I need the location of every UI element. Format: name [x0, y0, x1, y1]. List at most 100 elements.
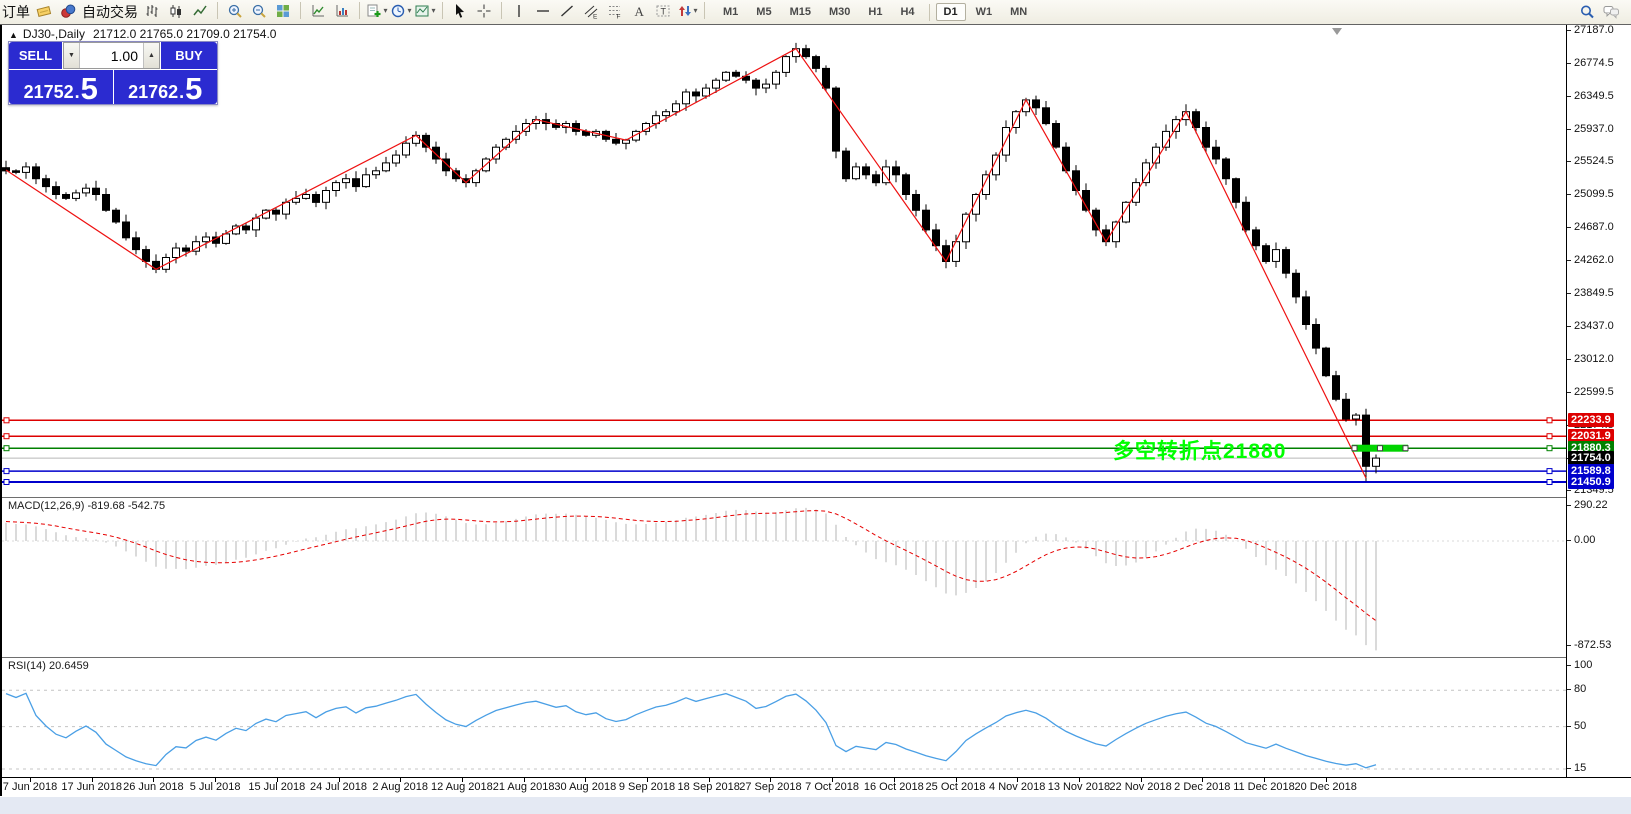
price-chart-svg: [2, 25, 1566, 497]
candlestick-chart-icon[interactable]: [165, 1, 187, 21]
timeframe-button-M15[interactable]: M15: [782, 3, 819, 21]
price-chart[interactable]: [2, 25, 1566, 497]
fibonacci-icon[interactable]: F: [604, 1, 626, 21]
buy-button[interactable]: BUY: [161, 42, 217, 69]
horizontal-line-icon[interactable]: [532, 1, 554, 21]
date-label: 16 Oct 2018: [864, 781, 924, 793]
price-axis-tick: 23437.0: [1574, 320, 1614, 332]
text-icon[interactable]: A: [628, 1, 650, 21]
arrows-icon[interactable]: ▾: [676, 1, 698, 21]
price-tag-21450.9: 21450.9: [1568, 475, 1614, 489]
profiles-icon[interactable]: ▾: [390, 1, 412, 21]
price-scale[interactable]: 27187.026774.526349.525937.025524.525099…: [1567, 24, 1631, 777]
volume-input[interactable]: [80, 43, 143, 68]
autotrade-icon[interactable]: [57, 1, 79, 21]
date-label: 21 Aug 2018: [493, 781, 555, 793]
timeframe-button-H1[interactable]: H1: [860, 3, 890, 21]
buy-price[interactable]: 21762.5: [114, 70, 218, 104]
date-label: 7 Jun 2018: [3, 781, 57, 793]
axis-tick-mark: [1567, 689, 1571, 690]
order-label[interactable]: 订单: [2, 2, 30, 22]
rsi-axis-tick: 15: [1574, 762, 1586, 774]
line-chart-icon[interactable]: [189, 1, 211, 21]
timeframe-button-M5[interactable]: M5: [748, 3, 779, 21]
buy-price-int: 21762: [128, 82, 178, 102]
date-label: 13 Nov 2018: [1048, 781, 1110, 793]
new-chart-icon[interactable]: ▾: [366, 1, 388, 21]
toolbar-separator: [704, 2, 705, 19]
collapse-icon[interactable]: ▲: [9, 30, 18, 40]
date-axis[interactable]: 7 Jun 201817 Jun 201826 Jun 20185 Jul 20…: [0, 777, 1631, 797]
timeframe-button-H4[interactable]: H4: [892, 3, 922, 21]
new-order-icon[interactable]: [33, 1, 55, 21]
price-axis-tick: 23849.5: [1574, 287, 1614, 299]
macd-axis-tick: 290.22: [1574, 499, 1608, 511]
toolbar-icons-left: [32, 1, 80, 24]
rsi-chart[interactable]: [2, 657, 1566, 778]
date-label: 2 Dec 2018: [1174, 781, 1230, 793]
axis-tick-mark: [1567, 326, 1571, 327]
zoom-in-icon[interactable]: [224, 1, 246, 21]
axis-tick-mark: [1567, 768, 1571, 769]
sell-price[interactable]: 21752.5: [9, 70, 113, 104]
sell-button[interactable]: SELL: [9, 42, 62, 69]
date-label: 18 Sep 2018: [677, 781, 739, 793]
macd-label: MACD(12,26,9) -819.68 -542.75: [8, 500, 165, 512]
price-axis-tick: 26349.5: [1574, 90, 1614, 102]
status-strip: [0, 796, 1631, 814]
timeframe-button-D1[interactable]: D1: [936, 3, 966, 21]
text-label-icon[interactable]: T: [652, 1, 674, 21]
price-axis-tick: 24262.0: [1574, 254, 1614, 266]
timeframe-button-M1[interactable]: M1: [715, 3, 746, 21]
sell-price-int: 21752: [24, 82, 74, 102]
chart-ohlc-values: 21712.0 21765.0 21709.0 21754.0: [93, 27, 277, 41]
mt4-trading-terminal: { "toolbar": { "order_label": "订单", "aut…: [0, 0, 1631, 813]
crosshair-icon[interactable]: [473, 1, 495, 21]
chat-icon[interactable]: [1600, 2, 1622, 22]
periods-icon[interactable]: [331, 1, 353, 21]
price-axis-tick: 22599.5: [1574, 386, 1614, 398]
volume-decrease-button[interactable]: ▼: [64, 43, 80, 68]
equidistant-channel-icon[interactable]: E: [580, 1, 602, 21]
price-axis-tick: 25937.0: [1574, 123, 1614, 135]
bar-chart-icon[interactable]: [141, 1, 163, 21]
axis-tick-mark: [1567, 359, 1571, 360]
rsi-svg: [2, 658, 1566, 778]
axis-tick-mark: [1567, 260, 1571, 261]
window-left-border: [0, 24, 2, 796]
trendline-icon[interactable]: [556, 1, 578, 21]
price-axis-tick: 26774.5: [1574, 57, 1614, 69]
svg-text:T: T: [661, 6, 667, 16]
tile-windows-icon[interactable]: [272, 1, 294, 21]
vertical-line-icon[interactable]: [508, 1, 530, 21]
volume-increase-button[interactable]: ▲: [143, 43, 159, 68]
indicators-icon[interactable]: [307, 1, 329, 21]
price-axis-tick: 25524.5: [1574, 155, 1614, 167]
axis-tick-mark: [1567, 30, 1571, 31]
timeframe-button-M30[interactable]: M30: [821, 3, 858, 21]
search-icon[interactable]: [1576, 2, 1598, 22]
svg-text:A: A: [635, 4, 645, 19]
autotrade-label[interactable]: 自动交易: [82, 2, 138, 22]
templates-icon[interactable]: ▾: [414, 1, 436, 21]
axis-tick-mark: [1567, 726, 1571, 727]
timeframe-button-MN[interactable]: MN: [1002, 3, 1035, 21]
toolbar-separator: [359, 2, 360, 19]
zoom-out-icon[interactable]: [248, 1, 270, 21]
date-label: 26 Jun 2018: [123, 781, 184, 793]
price-axis-tick: 24687.0: [1574, 221, 1614, 233]
timeframe-button-W1[interactable]: W1: [968, 3, 1001, 21]
rsi-axis-tick: 80: [1574, 683, 1586, 695]
axis-tick-mark: [1567, 293, 1571, 294]
chart-title: ▲ DJ30-,Daily 21712.0 21765.0 21709.0 2175…: [9, 27, 276, 41]
cursor-icon[interactable]: [449, 1, 471, 21]
buy-price-frac: 5: [185, 75, 202, 102]
sell-price-frac: 5: [81, 75, 98, 102]
axis-tick-mark: [1567, 194, 1571, 195]
chart-symbol: DJ30-,Daily: [23, 27, 85, 41]
date-label: 11 Dec 2018: [1233, 781, 1295, 793]
date-label: 7 Oct 2018: [805, 781, 859, 793]
price-axis-tick: 23012.0: [1574, 353, 1614, 365]
macd-chart[interactable]: [2, 497, 1566, 658]
toolbar-separator: [300, 2, 301, 19]
